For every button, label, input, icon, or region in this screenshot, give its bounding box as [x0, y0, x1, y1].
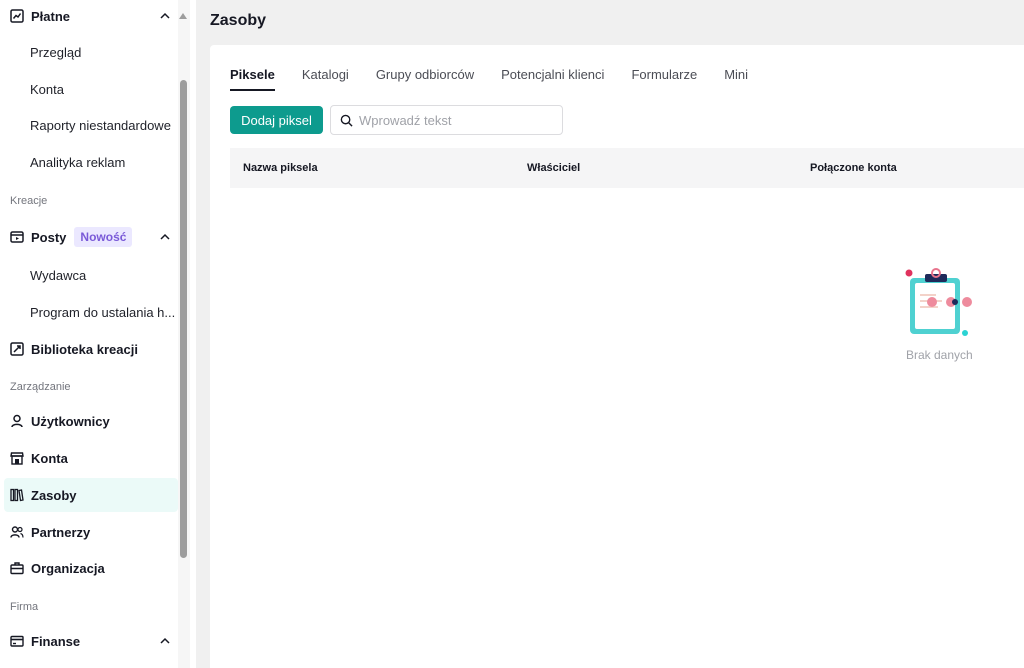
chevron-up-icon[interactable]: [158, 9, 172, 23]
sidebar-item-program[interactable]: Program do ustalania h...: [0, 295, 178, 329]
search-box[interactable]: [330, 105, 563, 135]
tab-piksele[interactable]: Piksele: [230, 67, 275, 91]
sidebar-scrollbar-thumb[interactable]: [180, 80, 187, 558]
sidebar-item-posty[interactable]: Posty Nowość: [0, 220, 178, 254]
library-icon: [10, 342, 24, 356]
sidebar-item-finanse[interactable]: Finanse: [0, 624, 178, 658]
search-icon: [340, 114, 353, 127]
sidebar-item-label: Wydawca: [30, 267, 87, 283]
sidebar-item-label: Biblioteka kreacji: [31, 341, 138, 357]
user-icon: [10, 414, 24, 428]
new-badge: Nowość: [74, 227, 133, 247]
store-icon: [10, 451, 24, 465]
tab-bar: Piksele Katalogi Grupy odbiorców Potencj…: [230, 67, 775, 91]
sidebar-item-platne[interactable]: Płatne: [0, 0, 178, 33]
column-header-wlasciciel[interactable]: Właściciel: [527, 162, 580, 174]
tab-katalogi[interactable]: Katalogi: [302, 67, 349, 91]
table-header: Nazwa piksela Właściciel Połączone konta: [230, 148, 1024, 188]
search-input[interactable]: [359, 112, 549, 128]
empty-state-text: Brak danych: [906, 348, 973, 362]
chevron-up-icon[interactable]: [158, 230, 172, 244]
chart-line-icon: [10, 9, 24, 23]
sidebar-item-label: Program do ustalania h...: [30, 304, 176, 320]
page-title: Zasoby: [210, 12, 267, 29]
chevron-up-icon[interactable]: [158, 634, 172, 648]
sidebar-item-label: Konta: [31, 450, 68, 466]
sidebar-item-label: Przegląd: [30, 44, 82, 60]
column-header-nazwa[interactable]: Nazwa piksela: [243, 162, 318, 174]
empty-clipboard-icon: [905, 268, 972, 336]
tab-mini[interactable]: Mini: [724, 67, 748, 91]
sidebar-item-label: Użytkownicy: [31, 413, 110, 429]
sidebar-item-zasoby[interactable]: Zasoby: [4, 478, 178, 512]
scroll-up-arrow-icon[interactable]: [178, 11, 188, 21]
sidebar-item-label: Konta: [30, 81, 64, 97]
sidebar-item-partnerzy[interactable]: Partnerzy: [0, 515, 178, 549]
briefcase-icon: [10, 561, 24, 575]
sidebar-item-label: Posty: [31, 229, 67, 245]
sidebar-item-label: Zasoby: [31, 487, 77, 503]
column-header-polaczone-konta[interactable]: Połączone konta: [810, 162, 897, 174]
sidebar-item-przeglad[interactable]: Przegląd: [0, 35, 178, 69]
sidebar-item-label: Finanse: [31, 633, 81, 649]
tab-grupy-odbiorcow[interactable]: Grupy odbiorców: [376, 67, 474, 91]
tab-formularze[interactable]: Formularze: [631, 67, 697, 91]
tab-potencjalni-klienci[interactable]: Potencjalni klienci: [501, 67, 604, 91]
sidebar-item-label: Analityka reklam: [30, 154, 126, 170]
content-panel: Piksele Katalogi Grupy odbiorców Potencj…: [210, 45, 1024, 668]
post-icon: [10, 230, 24, 244]
sidebar-item-konta[interactable]: Konta: [0, 441, 178, 475]
sidebar-item-label: Partnerzy: [31, 524, 91, 540]
sidebar: Płatne Przegląd Konta Raporty niestandar…: [0, 0, 196, 668]
section-label-kreacje: Kreacje: [10, 195, 48, 207]
sidebar-item-biblioteka[interactable]: Biblioteka kreacji: [0, 332, 178, 366]
wallet-icon: [10, 634, 24, 648]
sidebar-item-analityka[interactable]: Analityka reklam: [0, 145, 178, 179]
sidebar-item-label: Raporty niestandardowe: [30, 117, 171, 133]
partners-icon: [10, 525, 24, 539]
sidebar-item-wydawca[interactable]: Wydawca: [0, 258, 178, 292]
sidebar-item-konta-platne[interactable]: Konta: [0, 72, 178, 106]
sidebar-item-label: Płatne: [31, 8, 71, 24]
books-icon: [10, 488, 24, 502]
section-label-firma: Firma: [10, 601, 39, 613]
sidebar-item-raporty[interactable]: Raporty niestandardowe: [0, 108, 178, 142]
sidebar-item-organizacja[interactable]: Organizacja: [0, 551, 178, 585]
add-pixel-button[interactable]: Dodaj piksel: [230, 106, 323, 134]
section-label-zarzadzanie: Zarządzanie: [10, 381, 71, 393]
sidebar-item-label: Organizacja: [31, 560, 105, 576]
sidebar-item-uzytkownicy[interactable]: Użytkownicy: [0, 404, 178, 438]
